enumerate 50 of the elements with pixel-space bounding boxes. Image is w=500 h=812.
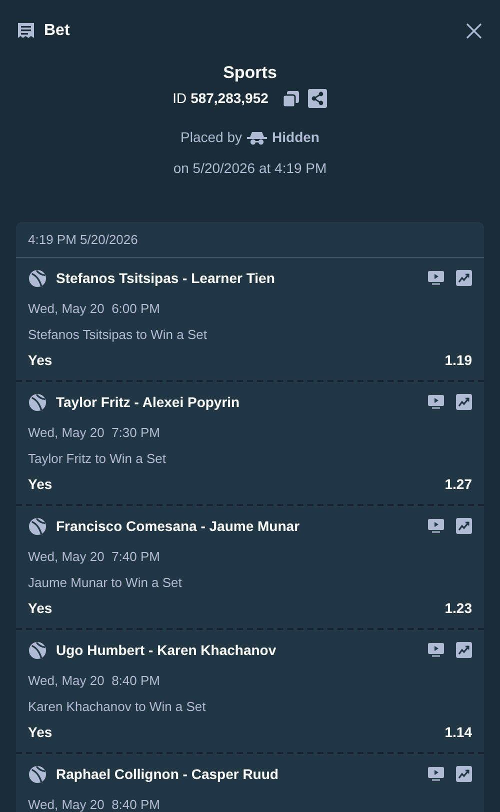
live-stream-icon[interactable]: [428, 395, 444, 409]
market-name: Stefanos Tsitsipas to Win a Set: [28, 326, 208, 344]
market-name: Taylor Fritz to Win a Set: [28, 450, 167, 468]
match-time: Wed, May 20 8:40 PM: [28, 672, 161, 690]
match-time: Wed, May 20 7:40 PM: [28, 548, 161, 566]
selection: Yes: [28, 351, 52, 370]
match-time: Wed, May 20 8:40 PM: [28, 796, 161, 812]
live-stream-icon[interactable]: [428, 767, 444, 781]
match-title: Ugo Humbert - Karen Khachanov: [56, 640, 276, 660]
match-title: Raphael Collignon - Casper Ruud: [56, 764, 278, 784]
stats-icon[interactable]: [456, 394, 472, 410]
match-time: Wed, May 20 7:30 PM: [28, 424, 161, 442]
match-title: Stefanos Tsitsipas - Learner Tien: [56, 268, 275, 288]
match-time: Wed, May 20 6:00 PM: [28, 300, 161, 318]
live-stream-icon[interactable]: [428, 519, 444, 533]
bet-id-label: ID: [172, 89, 187, 108]
selection: Yes: [28, 599, 52, 618]
close-icon[interactable]: [466, 22, 482, 38]
odds: 1.23: [444, 599, 472, 618]
placed-date: on 5/20/2026 at 4:19 PM: [173, 159, 327, 178]
bet-category: Sports: [223, 62, 277, 84]
placed-by-label: Placed by: [180, 128, 242, 147]
dialog-title: Bet: [44, 20, 70, 40]
match-title: Francisco Comesana - Jaume Munar: [56, 516, 300, 536]
tennis-ball-icon: [28, 764, 47, 784]
odds: 1.14: [444, 723, 472, 742]
stats-icon[interactable]: [456, 270, 472, 286]
odds: 1.19: [444, 351, 472, 370]
stats-icon[interactable]: [456, 518, 472, 534]
stats-icon[interactable]: [456, 766, 472, 782]
tennis-ball-icon: [28, 268, 47, 288]
receipt-icon: [16, 20, 36, 40]
selection: Yes: [28, 723, 52, 742]
share-icon[interactable]: [308, 89, 328, 108]
placed-by-user: Hidden: [272, 128, 320, 147]
odds: 1.27: [444, 475, 472, 494]
tennis-ball-icon: [28, 640, 47, 660]
selection: Yes: [28, 475, 52, 494]
slip-timestamp: 4:19 PM 5/20/2026: [28, 230, 138, 249]
market-name: Karen Khachanov to Win a Set: [28, 698, 207, 716]
stats-icon[interactable]: [456, 642, 472, 658]
copy-icon[interactable]: [282, 90, 300, 108]
bet-id: 587,283,952: [190, 89, 268, 108]
market-name: Jaume Munar to Win a Set: [28, 574, 183, 592]
incognito-icon: [247, 130, 268, 144]
match-title: Taylor Fritz - Alexei Popyrin: [56, 392, 240, 412]
tennis-ball-icon: [28, 516, 47, 536]
tennis-ball-icon: [28, 392, 47, 412]
live-stream-icon[interactable]: [428, 271, 444, 285]
live-stream-icon[interactable]: [428, 643, 444, 657]
